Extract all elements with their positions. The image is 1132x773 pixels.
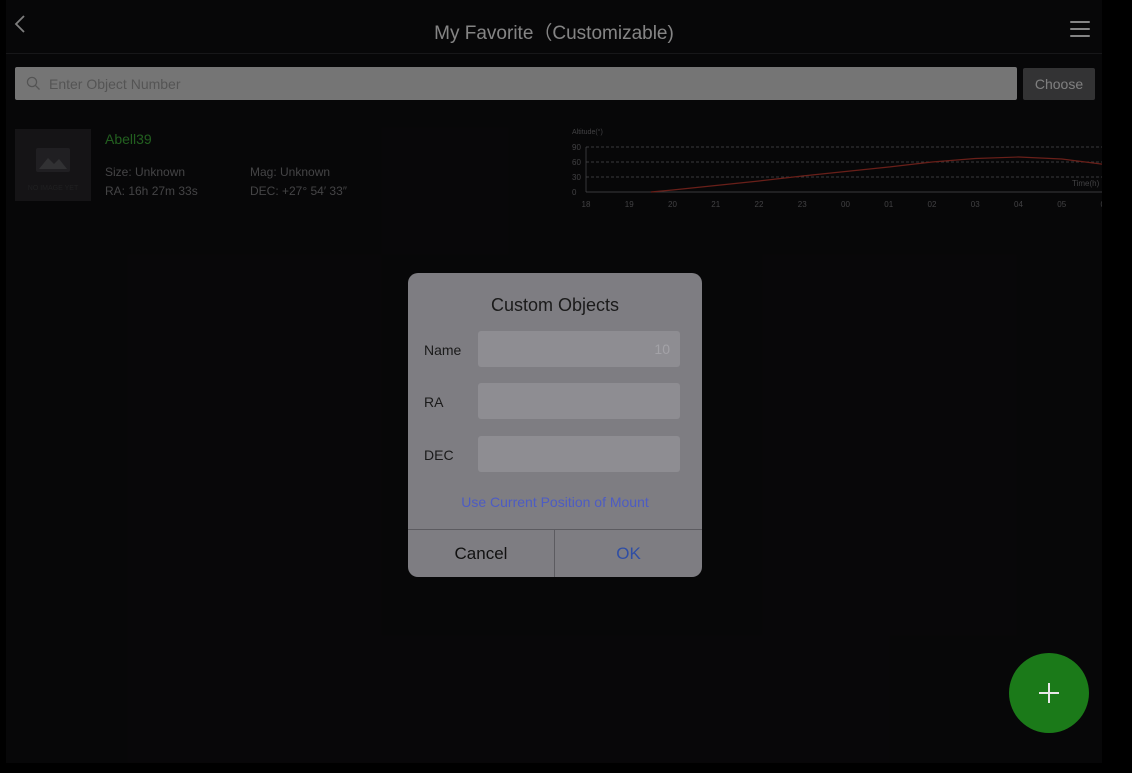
- plus-icon: [1039, 683, 1059, 703]
- cancel-button[interactable]: Cancel: [408, 530, 554, 577]
- ra-field[interactable]: [478, 383, 680, 419]
- add-object-button[interactable]: [1009, 653, 1089, 733]
- dialog-title: Custom Objects: [490, 295, 620, 315]
- name-label: Name: [424, 342, 462, 358]
- custom-objects-dialog: Custom Objects Name RA DEC Use Current P…: [408, 273, 702, 577]
- dec-field[interactable]: [478, 436, 680, 472]
- name-field[interactable]: [478, 331, 680, 367]
- ok-button[interactable]: OK: [555, 530, 702, 577]
- app-screen: My Favorite（Customizable) Choose NO IMAG…: [6, 0, 1102, 763]
- ra-label: RA: [424, 394, 444, 410]
- use-current-position-link[interactable]: Use Current Position of Mount: [408, 494, 702, 510]
- dec-label: DEC: [424, 447, 454, 463]
